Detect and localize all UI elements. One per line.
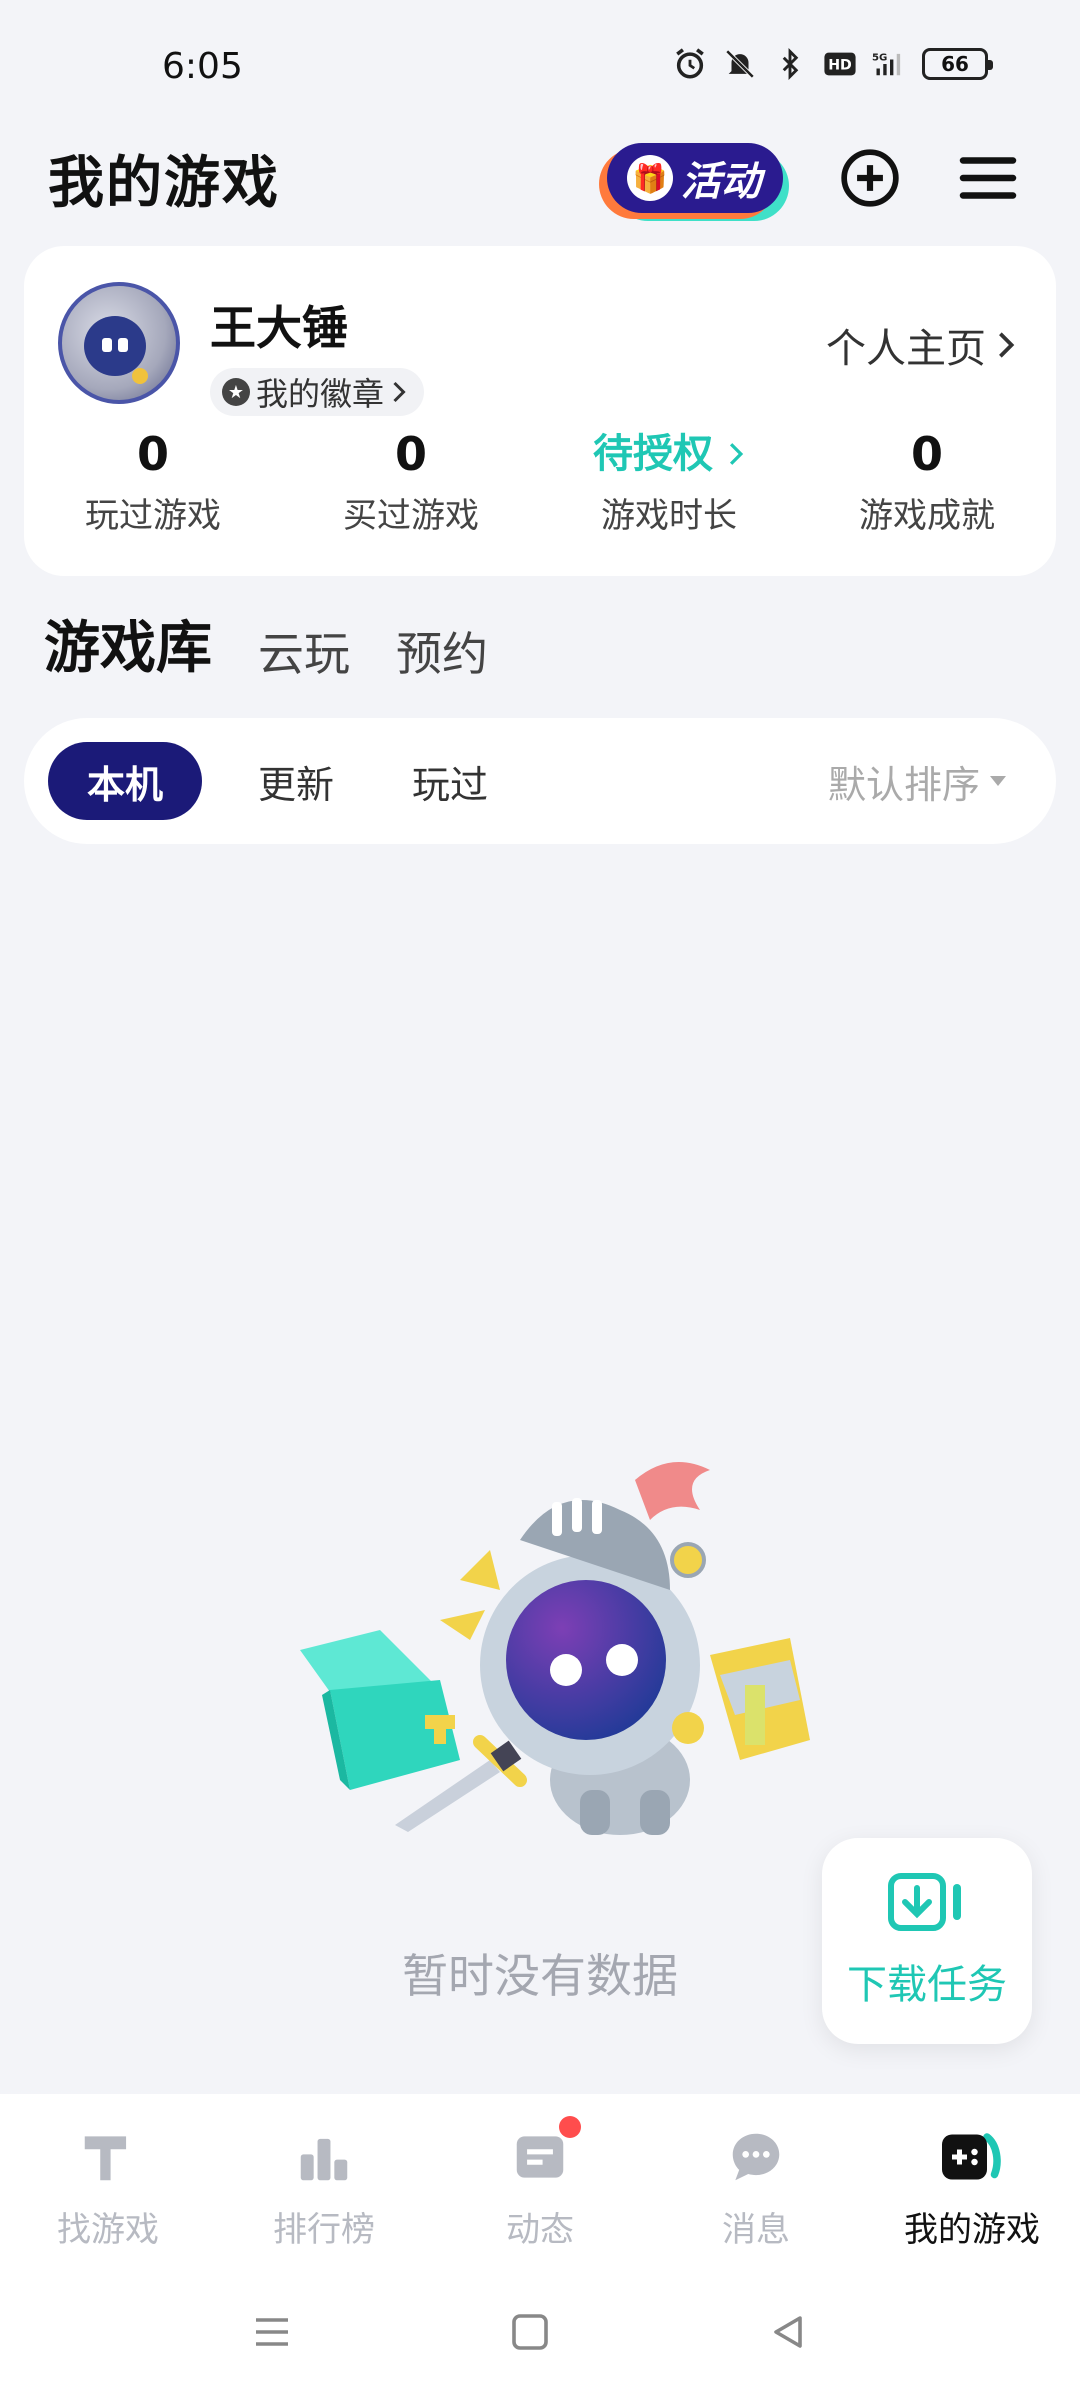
menu-lines-icon xyxy=(256,2318,288,2346)
stat-label: 游戏成就 xyxy=(859,496,995,536)
hammer-icon xyxy=(73,2122,143,2192)
tab-cloud-play[interactable]: 云玩 xyxy=(258,618,350,684)
chevron-right-icon xyxy=(729,443,744,465)
ranking-icon xyxy=(289,2122,359,2192)
stat-value: 0 xyxy=(910,427,943,481)
chevron-right-icon xyxy=(393,381,406,403)
battery-icon: 66 xyxy=(922,48,993,80)
recent-apps-button[interactable] xyxy=(244,2304,300,2360)
download-tasks-label: 下载任务 xyxy=(847,1962,1007,2008)
stat-achievements[interactable]: 0 游戏成就 xyxy=(798,424,1056,537)
download-tasks-button[interactable]: 下载任务 xyxy=(822,1838,1032,2044)
download-icon xyxy=(888,1873,961,1931)
hd-icon: HD xyxy=(822,46,858,82)
hamburger-icon xyxy=(959,157,1017,199)
avatar[interactable] xyxy=(58,282,180,404)
stat-label: 玩过游戏 xyxy=(85,496,221,536)
status-time: 6:05 xyxy=(162,46,243,87)
activity-label: 活动 xyxy=(681,159,761,205)
homepage-link[interactable]: 个人主页 xyxy=(826,316,1016,374)
library-tabs: 游戏库 云玩 预约 xyxy=(44,604,488,684)
authorize-label: 待授权 xyxy=(593,431,714,477)
alarm-icon xyxy=(672,46,708,82)
my-badges-button[interactable]: ★ 我的徽章 xyxy=(210,368,425,416)
chat-icon xyxy=(721,2122,791,2192)
tab-game-library[interactable]: 游戏库 xyxy=(44,603,212,684)
filter-local[interactable]: 本机 xyxy=(48,742,202,820)
stat-value: 待授权 xyxy=(540,424,798,484)
svg-text:HD: HD xyxy=(828,58,852,74)
filter-played[interactable]: 玩过 xyxy=(390,742,510,820)
page-title: 我的游戏 xyxy=(48,151,280,216)
mute-bell-icon xyxy=(722,46,758,82)
nav-label: 动态 xyxy=(506,2210,574,2250)
profile-card: 王大锤 ★ 我的徽章 个人主页 0 玩过游戏 0 买过游戏 待授权 游戏时长 0… xyxy=(24,246,1056,576)
empty-state-illustration xyxy=(300,1462,810,1835)
add-button[interactable] xyxy=(834,142,906,214)
svg-text:5G: 5G xyxy=(872,53,887,64)
homepage-label: 个人主页 xyxy=(826,326,986,372)
sort-label: 默认排序 xyxy=(827,762,980,807)
my-badges-label: 我的徽章 xyxy=(256,375,385,413)
status-icons: HD 5G 66 xyxy=(672,46,993,82)
filter-bar: 本机 更新 玩过 默认排序 xyxy=(24,718,1056,844)
plus-circle-icon xyxy=(841,149,899,207)
notification-dot xyxy=(559,2116,581,2138)
nav-feed[interactable]: 动态 xyxy=(432,2094,648,2264)
nav-rankings[interactable]: 排行榜 xyxy=(216,2094,432,2264)
app-header: 我的游戏 🎁 活动 xyxy=(0,120,1080,240)
stats-row: 0 玩过游戏 0 买过游戏 待授权 游戏时长 0 游戏成就 xyxy=(24,424,1056,537)
back-button[interactable] xyxy=(760,2304,816,2360)
nav-find-games[interactable]: 找游戏 xyxy=(0,2094,216,2264)
nav-messages[interactable]: 消息 xyxy=(648,2094,864,2264)
nav-label: 排行榜 xyxy=(273,2210,375,2250)
nav-label: 找游戏 xyxy=(57,2210,159,2250)
menu-button[interactable] xyxy=(952,142,1024,214)
tab-reservations[interactable]: 预约 xyxy=(396,618,488,684)
stat-label: 买过游戏 xyxy=(343,496,479,536)
filter-update[interactable]: 更新 xyxy=(236,742,356,820)
square-icon xyxy=(512,2314,548,2350)
sort-dropdown[interactable]: 默认排序 xyxy=(828,742,1006,820)
stat-label: 游戏时长 xyxy=(601,496,737,536)
stat-value: 0 xyxy=(394,427,427,481)
stat-play-time[interactable]: 待授权 游戏时长 xyxy=(540,424,798,537)
caret-down-icon xyxy=(990,776,1006,786)
back-triangle-icon xyxy=(774,2316,802,2348)
stat-purchased-games[interactable]: 0 买过游戏 xyxy=(282,424,540,537)
nav-label: 消息 xyxy=(722,2210,790,2250)
signal-5g-icon: 5G xyxy=(872,46,908,82)
username: 王大锤 xyxy=(210,301,348,355)
system-navigation-bar xyxy=(0,2264,1080,2400)
home-button[interactable] xyxy=(502,2304,558,2360)
gift-icon: 🎁 xyxy=(627,155,673,201)
badge-icon: ★ xyxy=(222,378,250,406)
chevron-right-icon xyxy=(999,332,1015,358)
activity-button[interactable]: 🎁 活动 xyxy=(600,132,790,224)
gamepad-icon xyxy=(937,2122,1007,2192)
stat-played-games[interactable]: 0 玩过游戏 xyxy=(24,424,282,537)
status-bar: 6:05 HD 5G 66 xyxy=(0,0,1080,120)
stat-value: 0 xyxy=(136,427,169,481)
my-games-page: 6:05 HD 5G 66 我的游戏 🎁 活动 王大锤 ★ 我的徽章 个人主页 … xyxy=(0,0,1080,2400)
feed-icon xyxy=(505,2116,581,2192)
bottom-navigation: 找游戏 排行榜 动态 消息 我的游戏 xyxy=(0,2094,1080,2264)
bluetooth-icon xyxy=(772,46,808,82)
nav-my-games[interactable]: 我的游戏 xyxy=(864,2094,1080,2264)
nav-label: 我的游戏 xyxy=(904,2210,1040,2250)
